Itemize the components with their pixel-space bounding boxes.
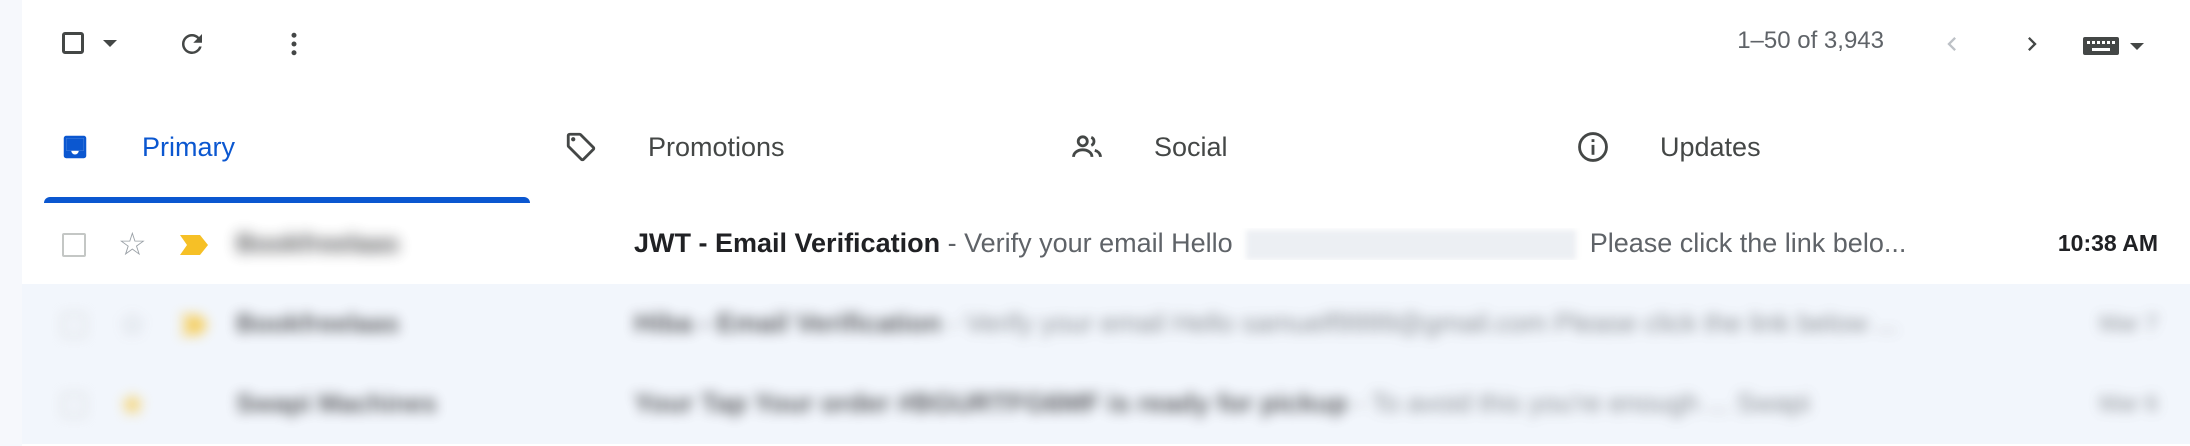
more-options-button[interactable] — [274, 24, 314, 64]
row-checkbox[interactable] — [62, 393, 86, 417]
input-tools-button[interactable] — [2068, 28, 2158, 64]
important-marker-icon[interactable] — [180, 235, 208, 260]
email-sender: Swapi Machines — [236, 388, 437, 418]
email-snippet: - To avoid this you're enough ... Swapi — [1347, 388, 1811, 418]
tab-social-label: Social — [1154, 131, 1228, 162]
caret-down-icon — [2130, 42, 2144, 50]
row-checkbox[interactable] — [62, 313, 86, 337]
older-page-button[interactable] — [2012, 24, 2052, 64]
tab-primary-label: Primary — [142, 131, 235, 162]
important-marker-icon[interactable] — [180, 315, 208, 340]
redacted-email-address — [1246, 229, 1577, 260]
inbox-panel: 1–50 of 3,943 Primary Promotions Social … — [22, 0, 2190, 446]
blurred-row-content: ☆ Bookfreelaas Hiba - Email Verification… — [22, 284, 2190, 364]
email-subject: Hiba - Email Verification — [634, 308, 942, 338]
keyboard-icon — [2083, 37, 2119, 55]
tab-social[interactable]: Social — [1050, 90, 1556, 204]
info-icon — [1576, 130, 1610, 164]
select-menu-button[interactable] — [100, 36, 120, 50]
email-snippet: - Verify your email Hello — [940, 228, 1241, 258]
email-time: 10:38 AM — [2057, 230, 2158, 256]
newer-page-button[interactable] — [1932, 24, 1972, 64]
email-sender: Bookfreelaas — [236, 308, 400, 338]
email-row[interactable]: ☆ Bookfreelaas Hiba - Email Verification… — [22, 284, 2190, 364]
inbox-icon — [58, 130, 92, 164]
email-snippet: - Verify your email Hello samuelf9999@gm… — [941, 308, 1898, 338]
email-row[interactable]: ☆ Bookfreelaas JWT - Email Verification … — [22, 204, 2190, 285]
email-subject: JWT - Email Verification — [634, 228, 941, 258]
chevron-left-icon — [1947, 37, 1956, 51]
row-checkbox[interactable] — [62, 233, 86, 257]
people-icon — [1070, 130, 1104, 164]
email-time: Mar 7 — [2099, 310, 2158, 336]
tag-icon — [564, 130, 598, 164]
email-subject: Your Tap Your order #BGURTFG6MF is ready… — [634, 388, 1348, 418]
email-subject-line: JWT - Email Verification - Verify your e… — [634, 228, 1974, 260]
tab-promotions-label: Promotions — [648, 131, 785, 162]
active-tab-indicator — [44, 197, 530, 203]
chevron-right-icon — [2028, 37, 2037, 51]
tab-updates-label: Updates — [1660, 131, 1761, 162]
caret-down-icon — [103, 39, 117, 47]
star-icon[interactable]: ★ — [118, 388, 147, 420]
refresh-button[interactable] — [172, 24, 212, 64]
more-vert-icon — [291, 32, 297, 56]
email-time: Mar 6 — [2099, 390, 2158, 416]
refresh-icon — [181, 33, 202, 54]
email-subject-line: Your Tap Your order #BGURTFG6MF is ready… — [634, 388, 1974, 419]
email-subject-line: Hiba - Email Verification - Verify your … — [634, 308, 1974, 339]
category-tabs: Primary Promotions Social Updates — [38, 90, 2190, 205]
tab-promotions[interactable]: Promotions — [544, 90, 1050, 204]
select-all-checkbox[interactable] — [58, 28, 88, 58]
tab-updates[interactable]: Updates — [1556, 90, 2062, 204]
email-sender: Bookfreelaas — [236, 228, 400, 258]
star-icon[interactable]: ☆ — [118, 308, 147, 340]
star-icon[interactable]: ☆ — [118, 228, 147, 260]
email-row[interactable]: ★ Swapi Machines Your Tap Your order #BG… — [22, 364, 2190, 444]
email-snippet-end: Please click the link belo... — [1582, 228, 1907, 258]
pagination-text: 1–50 of 3,943 — [1737, 27, 1884, 54]
toolbar: 1–50 of 3,943 — [22, 0, 2190, 90]
tab-primary[interactable]: Primary — [38, 90, 544, 204]
checkbox-icon — [62, 32, 84, 54]
blurred-row-content: ★ Swapi Machines Your Tap Your order #BG… — [22, 364, 2190, 444]
